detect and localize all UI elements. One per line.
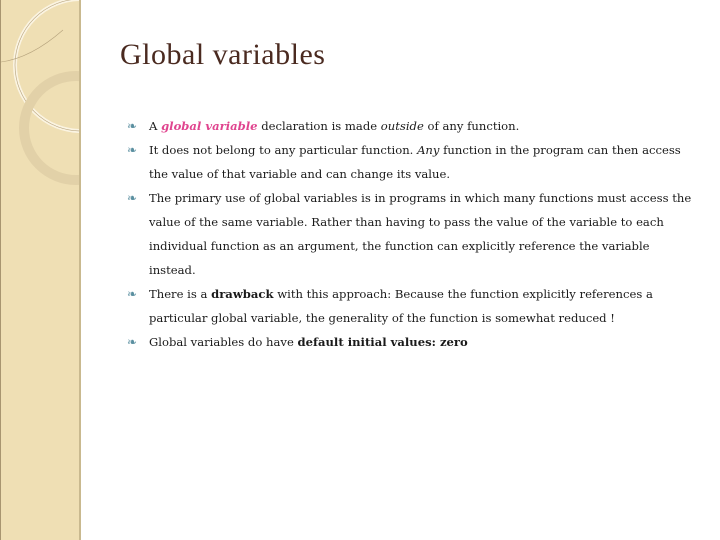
text: It does not belong to any particular fun… — [149, 143, 418, 157]
list-item: ❧ Global variables do have default initi… — [127, 330, 697, 354]
text: A — [149, 119, 162, 133]
scroll-bullet-icon: ❧ — [127, 143, 138, 157]
scroll-bullet-icon: ❧ — [127, 335, 138, 349]
bold-term: default initial values: zero — [297, 335, 468, 349]
text: of any function. — [423, 119, 520, 133]
text: There is a — [149, 287, 212, 301]
bullet-list: ❧ A global variable declaration is made … — [127, 114, 697, 354]
italic-term: outside — [380, 119, 424, 133]
scroll-bullet-icon: ❧ — [127, 287, 138, 301]
list-item: ❧ It does not belong to any particular f… — [127, 138, 697, 186]
text: Global variables do have — [149, 335, 298, 349]
highlight-term: global variable — [161, 119, 258, 133]
decorative-sidebar — [0, 0, 81, 540]
scroll-bullet-icon: ❧ — [127, 119, 138, 133]
italic-term: Any — [417, 143, 440, 157]
text: declaration is made — [257, 119, 381, 133]
list-item: ❧ There is a drawback with this approach… — [127, 282, 697, 330]
text: The primary use of global variables is i… — [149, 191, 692, 277]
slide-title: Global variables — [120, 38, 326, 71]
decorative-circles-icon — [1, 0, 79, 185]
scroll-bullet-icon: ❧ — [127, 191, 138, 205]
bold-term: drawback — [211, 287, 274, 301]
list-item: ❧ A global variable declaration is made … — [127, 114, 697, 138]
list-item: ❧ The primary use of global variables is… — [127, 186, 697, 282]
